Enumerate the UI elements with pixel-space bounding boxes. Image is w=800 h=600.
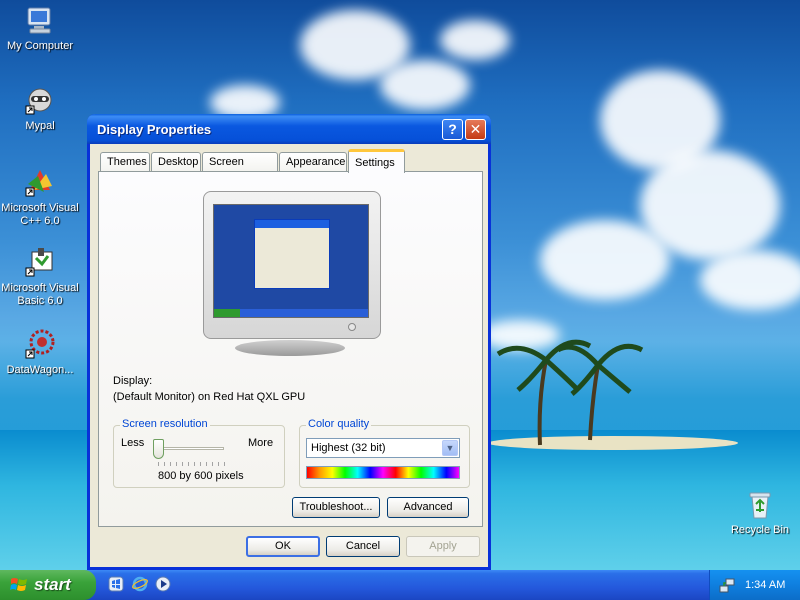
display-label: Display:: [113, 375, 153, 387]
desktop-icon-label: Mypal: [25, 120, 55, 132]
windows-flag-icon: [10, 578, 27, 591]
color-spectrum-bar: [306, 466, 460, 479]
screen-resolution-group: Screen resolution Less More 800 by 600 p…: [113, 418, 285, 488]
tab-appearance[interactable]: Appearance: [279, 152, 347, 172]
resolution-slider-track[interactable]: [158, 447, 224, 450]
datawagon-icon: [25, 329, 55, 359]
dialog-title-bar[interactable]: Display Properties ? ✕: [87, 114, 491, 144]
color-quality-group: Color quality Highest (32 bit) ▼: [299, 418, 470, 488]
media-player-icon[interactable]: [155, 576, 171, 592]
tab-settings[interactable]: Settings: [348, 149, 405, 173]
tab-desktop[interactable]: Desktop: [151, 152, 201, 172]
preview-window: [254, 219, 330, 289]
system-tray: 1:34 AM: [709, 570, 800, 600]
desktop-icon-recycle-bin[interactable]: Recycle Bin: [720, 488, 800, 537]
screen-resolution-legend: Screen resolution: [120, 418, 210, 430]
desktop-icon-visual-basic[interactable]: Microsoft Visual Basic 6.0: [0, 246, 80, 308]
ok-button[interactable]: OK: [246, 536, 320, 557]
settings-tab-panel: Display: (Default Monitor) on Red Hat QX…: [98, 171, 483, 527]
network-icon[interactable]: [719, 577, 735, 593]
palm-trees-image: [496, 339, 644, 446]
preview-taskbar: [214, 309, 368, 317]
desktop-icon-visual-cpp[interactable]: Microsoft Visual C++ 6.0: [0, 166, 80, 228]
recycle-bin-icon: [749, 492, 771, 519]
desktop-icon-label: Microsoft Visual Basic 6.0: [1, 282, 79, 307]
tab-themes[interactable]: Themes: [100, 152, 150, 172]
color-quality-legend: Color quality: [306, 418, 372, 430]
visual-cpp-icon: [25, 170, 52, 197]
windows-media-icon[interactable]: [108, 576, 124, 592]
advanced-button[interactable]: Advanced: [387, 497, 469, 518]
display-value: (Default Monitor) on Red Hat QXL GPU: [113, 391, 306, 403]
monitor-preview: [203, 191, 381, 339]
cancel-button[interactable]: Cancel: [326, 536, 400, 557]
color-quality-value: Highest (32 bit): [311, 442, 386, 454]
dialog-title: Display Properties: [97, 122, 212, 137]
desktop-icon-mypal[interactable]: Mypal: [0, 84, 80, 133]
monitor-screen: [213, 204, 369, 318]
display-properties-dialog: Display Properties ? ✕ Themes Desktop Sc…: [87, 114, 491, 570]
clock[interactable]: 1:34 AM: [745, 579, 785, 591]
color-quality-select[interactable]: Highest (32 bit) ▼: [306, 438, 460, 458]
computer-icon: [27, 7, 51, 34]
raccoon-icon: [25, 88, 52, 115]
chevron-down-icon[interactable]: ▼: [442, 440, 458, 456]
start-label: start: [34, 575, 71, 594]
help-button[interactable]: ?: [442, 119, 463, 140]
power-light-icon: [348, 323, 356, 331]
less-label: Less: [121, 437, 145, 449]
desktop-icon-label: Recycle Bin: [730, 524, 790, 536]
troubleshoot-button[interactable]: Troubleshoot...: [292, 497, 380, 518]
monitor-stand: [235, 340, 345, 356]
desktop-icon-label: Microsoft Visual C++ 6.0: [1, 202, 79, 227]
desktop-icon-label: My Computer: [6, 40, 74, 52]
desktop-icon-label: DataWagon...: [6, 364, 74, 376]
desktop-icon-my-computer[interactable]: My Computer: [0, 4, 80, 53]
start-button[interactable]: start: [0, 570, 96, 600]
close-button[interactable]: ✕: [465, 119, 486, 140]
tab-screen-saver[interactable]: Screen Saver: [202, 152, 278, 186]
desktop-icon-datawagon[interactable]: DataWagon...: [0, 328, 80, 377]
internet-explorer-icon[interactable]: [132, 576, 148, 592]
resolution-value: 800 by 600 pixels: [158, 470, 244, 482]
apply-button[interactable]: Apply: [406, 536, 480, 557]
taskbar: start 1:34 AM: [0, 570, 800, 600]
visual-basic-icon: [25, 248, 53, 277]
more-label: More: [248, 437, 274, 449]
resolution-slider-thumb[interactable]: [153, 439, 164, 459]
